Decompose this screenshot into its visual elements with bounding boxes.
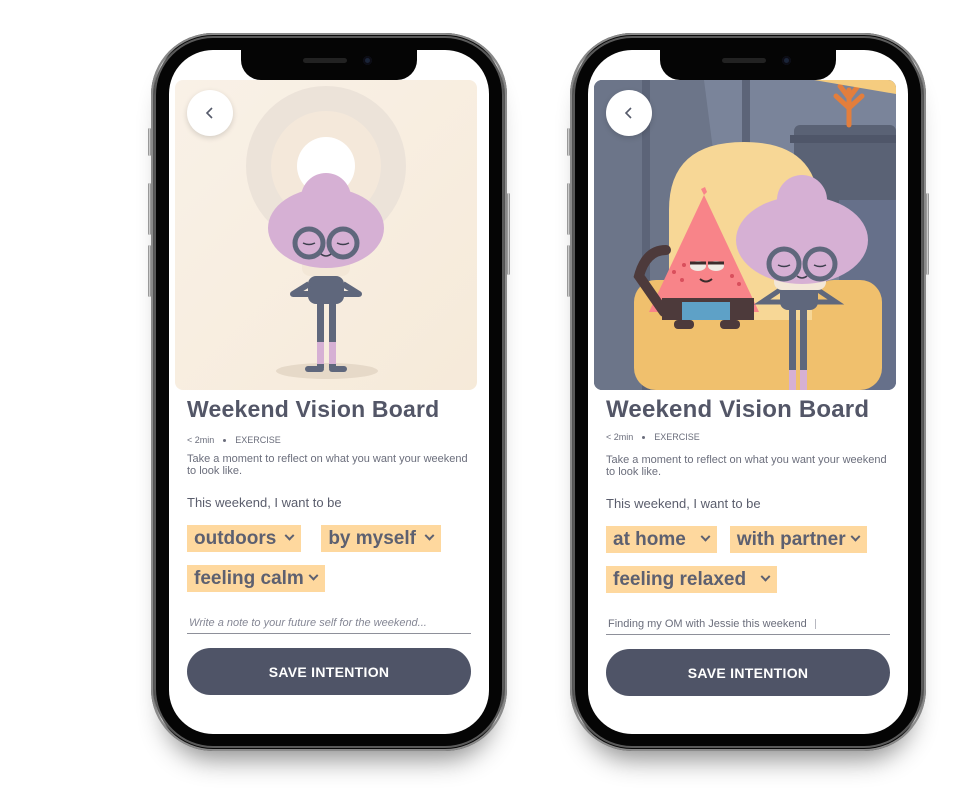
- note-input[interactable]: Write a note to your future self for the…: [187, 612, 471, 634]
- speaker: [722, 58, 766, 63]
- volume-up-button: [148, 183, 151, 235]
- volume-down-button: [148, 245, 151, 297]
- shadow: [276, 363, 378, 379]
- chevron-down-icon: [850, 531, 861, 542]
- seed: [680, 278, 684, 282]
- back-button[interactable]: [606, 90, 652, 136]
- chevron-down-icon: [760, 571, 771, 582]
- shorts: [682, 302, 730, 320]
- sock-left: [317, 342, 324, 364]
- exercise-meta: < 2min EXERCISE: [606, 432, 890, 442]
- option-chips: at home with partner feeling relaxed: [606, 526, 890, 593]
- power-button: [507, 193, 510, 275]
- planter-rim: [790, 135, 896, 143]
- phone-screen: Weekend Vision Board < 2min EXERCISE Tak…: [169, 50, 489, 734]
- chevron-down-icon: [424, 530, 435, 541]
- chevron-down-icon: [284, 530, 295, 541]
- notch: [241, 50, 417, 80]
- power-button: [926, 193, 929, 275]
- category-label: EXERCISE: [235, 435, 281, 445]
- feeling-dropdown[interactable]: feeling calm: [187, 565, 325, 592]
- location-dropdown[interactable]: at home: [606, 526, 717, 553]
- company-dropdown[interactable]: by myself: [321, 525, 441, 552]
- volume-up-button: [567, 183, 570, 235]
- company-dropdown[interactable]: with partner: [729, 526, 867, 553]
- chevron-down-icon: [700, 531, 711, 542]
- exercise-meta: < 2min EXERCISE: [187, 435, 471, 445]
- shoe-left: [305, 366, 324, 372]
- feeling-dropdown[interactable]: feeling relaxed: [606, 566, 778, 593]
- notch: [660, 50, 836, 80]
- location-dropdown[interactable]: outdoors: [187, 525, 302, 552]
- chip-label: outdoors: [194, 527, 277, 549]
- seed: [672, 270, 676, 274]
- note-input[interactable]: Finding my OM with Jessie this weekend: [606, 613, 890, 635]
- foot-right: [720, 320, 740, 329]
- torso: [308, 276, 344, 304]
- sock-left: [789, 370, 796, 390]
- prompt-text: This weekend, I want to be: [606, 496, 761, 511]
- chevron-left-icon: [205, 107, 213, 119]
- glasses-right: [326, 226, 360, 260]
- hero-illustration: [594, 80, 896, 390]
- glasses-left: [292, 226, 326, 260]
- hero-illustration: [175, 80, 477, 390]
- chevron-left-icon: [624, 107, 632, 119]
- phone-mockup-left: Weekend Vision Board < 2min EXERCISE Tak…: [148, 33, 510, 751]
- duration-label: < 2min: [606, 432, 634, 442]
- mute-switch: [148, 128, 151, 156]
- duration-label: < 2min: [187, 435, 215, 445]
- back-button[interactable]: [187, 90, 233, 136]
- exercise-content: Weekend Vision Board < 2min EXERCISE Tak…: [187, 396, 471, 695]
- sock-right: [800, 370, 807, 390]
- shoe-right: [329, 366, 347, 372]
- armchair-seat: [656, 320, 856, 390]
- chevron-down-icon: [308, 570, 319, 581]
- save-intention-button[interactable]: SAVE INTENTION: [187, 648, 471, 695]
- volume-down-button: [567, 245, 570, 297]
- separator-dot: [642, 435, 646, 439]
- exercise-description: Take a moment to reflect on what you wan…: [606, 454, 887, 478]
- note-placeholder: Write a note to your future self for the…: [189, 616, 427, 629]
- note-value: Finding my OM with Jessie this weekend: [608, 617, 807, 630]
- save-intention-button[interactable]: SAVE INTENTION: [606, 649, 890, 696]
- seed: [730, 274, 734, 278]
- separator-dot: [223, 438, 227, 442]
- chip-label: feeling calm: [194, 567, 304, 589]
- mute-switch: [567, 128, 570, 156]
- page-title: Weekend Vision Board: [606, 396, 870, 423]
- chip-label: with partner: [736, 528, 846, 550]
- sock-right: [329, 342, 336, 364]
- prompt-text: This weekend, I want to be: [187, 495, 342, 510]
- front-camera: [363, 56, 372, 65]
- phone-mockup-right: Weekend Vision Board < 2min EXERCISE Tak…: [567, 33, 929, 751]
- page-title: Weekend Vision Board: [187, 396, 440, 422]
- option-chips: outdoors by myself feeling calm: [187, 525, 471, 592]
- front-camera: [782, 56, 791, 65]
- text-cursor: [814, 618, 816, 629]
- seed: [737, 282, 741, 286]
- phone-screen: Weekend Vision Board < 2min EXERCISE Tak…: [588, 50, 908, 734]
- speaker: [303, 58, 347, 63]
- category-label: EXERCISE: [654, 432, 700, 442]
- chip-label: feeling relaxed: [613, 568, 747, 590]
- chip-label: by myself: [328, 527, 416, 549]
- foot-left: [674, 320, 694, 329]
- glasses-right: [802, 246, 838, 282]
- hair: [736, 196, 868, 284]
- exercise-content: Weekend Vision Board < 2min EXERCISE Tak…: [606, 396, 890, 696]
- glasses-left: [766, 246, 802, 282]
- chip-label: at home: [613, 528, 686, 550]
- seed: [682, 263, 686, 267]
- exercise-description: Take a moment to reflect on what you wan…: [187, 453, 468, 477]
